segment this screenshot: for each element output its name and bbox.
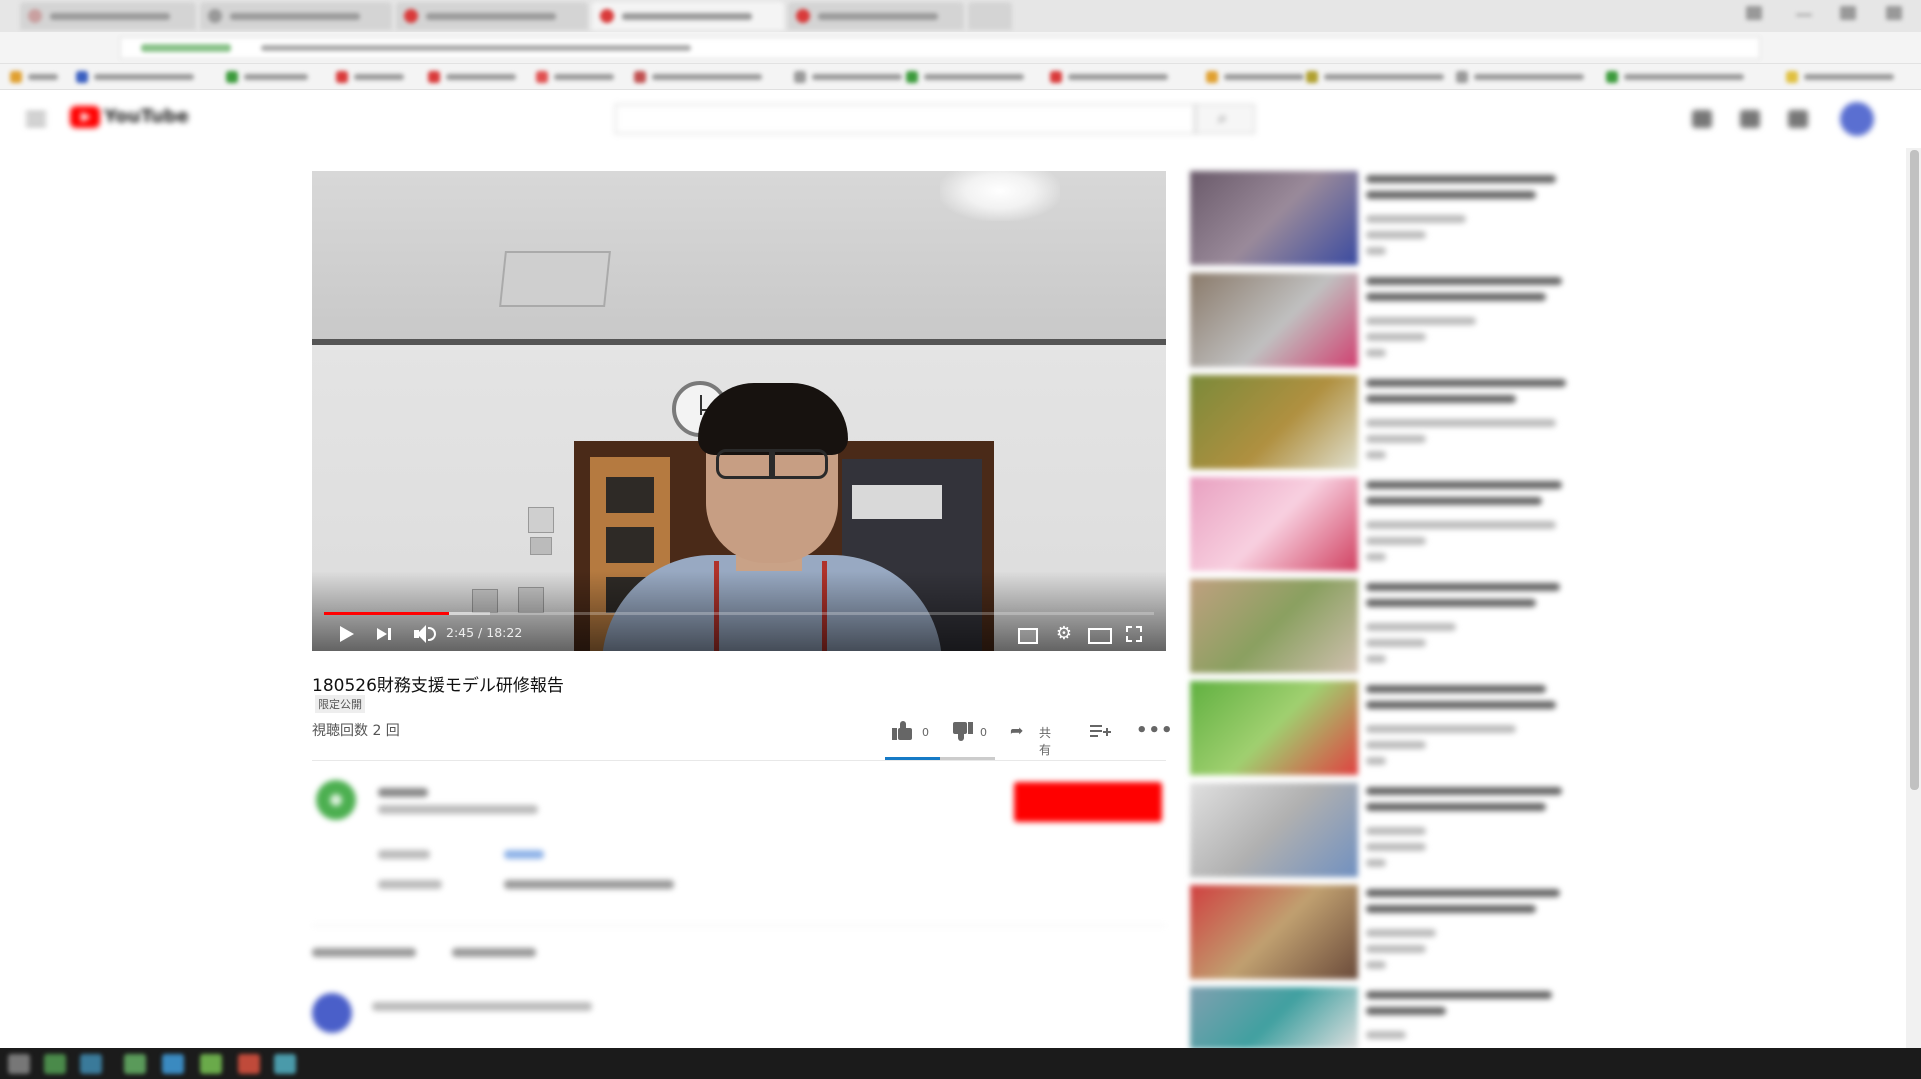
youtube-masthead: YouTube (0, 90, 1921, 148)
recommendation-thumbnail[interactable] (1190, 681, 1358, 775)
video-title: 180526財務支援モデル研修報告 (312, 676, 564, 696)
profile-icon[interactable] (1746, 6, 1762, 20)
commenter-avatar (312, 993, 352, 1033)
notifications-icon[interactable] (1788, 110, 1808, 128)
taskbar-app-icon[interactable] (200, 1054, 222, 1074)
channel-name[interactable] (378, 788, 428, 797)
privacy-badge: 限定公開 (315, 695, 365, 713)
maximize-icon[interactable] (1840, 6, 1856, 20)
progress-bar[interactable] (324, 612, 1154, 615)
search-input[interactable] (615, 104, 1195, 134)
time-separator: / (474, 625, 487, 640)
account-avatar[interactable] (1840, 102, 1874, 136)
time-display: 2:45 / 18:22 (446, 625, 522, 647)
recommendation-thumbnail[interactable] (1190, 273, 1358, 367)
category-link[interactable] (504, 850, 544, 859)
search-icon[interactable] (1195, 104, 1255, 134)
bookmarks-bar (0, 64, 1921, 90)
channel-avatar[interactable] (316, 780, 356, 820)
divider (312, 760, 1166, 761)
browser-tab-strip (0, 0, 1921, 32)
add-to-playlist-icon[interactable] (1090, 720, 1112, 744)
recommendation-meta[interactable] (1366, 477, 1566, 571)
publish-date (378, 805, 538, 814)
recommendation-meta[interactable] (1366, 783, 1566, 877)
next-icon[interactable] (376, 623, 394, 645)
taskbar-app-icon[interactable] (162, 1054, 184, 1074)
recommendation-meta[interactable] (1366, 273, 1566, 367)
taskbar-app-icon[interactable] (80, 1054, 102, 1074)
recommendation-meta[interactable] (1366, 171, 1566, 265)
recommendation-meta[interactable] (1366, 681, 1566, 775)
share-label[interactable]: 共有 (1039, 724, 1051, 758)
recommendation-meta[interactable] (1366, 885, 1566, 979)
browser-toolbar (0, 32, 1921, 87)
dislike-count: 0 (980, 726, 987, 739)
gear-icon[interactable]: ⚙ (1054, 623, 1074, 645)
thumbs-down-icon[interactable] (952, 720, 974, 744)
browser-tab[interactable] (20, 2, 196, 30)
minimize-icon[interactable] (1796, 14, 1812, 16)
subscribe-button[interactable] (1014, 782, 1162, 822)
taskbar-app-icon[interactable] (124, 1054, 146, 1074)
more-icon[interactable]: ••• (1136, 720, 1173, 744)
taskbar-app-icon[interactable] (44, 1054, 66, 1074)
address-bar[interactable] (120, 37, 1760, 59)
fullscreen-icon[interactable] (1124, 623, 1144, 645)
upload-icon[interactable] (1692, 110, 1712, 128)
browser-tab[interactable] (788, 2, 964, 30)
recommendation-thumbnail[interactable] (1190, 783, 1358, 877)
close-icon[interactable] (1886, 6, 1902, 20)
scrollbar-thumb[interactable] (1910, 150, 1919, 790)
apps-icon[interactable] (1740, 110, 1760, 128)
sort-comments[interactable] (452, 948, 536, 957)
recommendation-meta[interactable] (1366, 375, 1566, 469)
volume-icon[interactable] (412, 623, 436, 645)
browser-tab[interactable] (200, 2, 392, 30)
browser-tab[interactable] (396, 2, 588, 30)
thumbs-up-icon[interactable] (892, 720, 914, 744)
share-icon[interactable]: ➦ (1010, 720, 1030, 744)
start-icon[interactable] (8, 1054, 30, 1074)
browser-tab-active[interactable] (592, 2, 784, 30)
hamburger-menu-icon[interactable] (26, 112, 46, 126)
like-count: 0 (922, 726, 929, 739)
recommendation-thumbnail[interactable] (1190, 579, 1358, 673)
category-label (378, 850, 430, 859)
recommendation-thumbnail[interactable] (1190, 477, 1358, 571)
recommendation-thumbnail[interactable] (1190, 171, 1358, 265)
os-taskbar (0, 1048, 1921, 1079)
played-fill (324, 612, 449, 615)
youtube-logo-icon[interactable] (70, 106, 100, 128)
time-total: 18:22 (486, 625, 523, 640)
recommendation-meta[interactable] (1366, 579, 1566, 673)
new-tab-button[interactable] (968, 2, 1012, 30)
subtitles-icon[interactable] (1018, 623, 1038, 645)
recommendation-thumbnail[interactable] (1190, 375, 1358, 469)
comment-input[interactable] (372, 1002, 592, 1011)
theater-mode-icon[interactable] (1088, 623, 1112, 645)
taskbar-app-icon[interactable] (274, 1054, 296, 1074)
license-label (378, 880, 442, 889)
recommendation-thumbnail[interactable] (1190, 987, 1358, 1049)
youtube-wordmark[interactable]: YouTube (104, 106, 189, 127)
taskbar-app-icon[interactable] (238, 1054, 260, 1074)
view-count: 視聴回数 2 回 (312, 723, 400, 739)
play-icon[interactable] (336, 623, 356, 645)
comments-count (312, 948, 416, 957)
license-value (504, 880, 674, 889)
recommendation-thumbnail[interactable] (1190, 885, 1358, 979)
time-current: 2:45 (446, 625, 475, 640)
video-player[interactable]: 2:45 / 18:22 ⚙ (312, 171, 1166, 651)
